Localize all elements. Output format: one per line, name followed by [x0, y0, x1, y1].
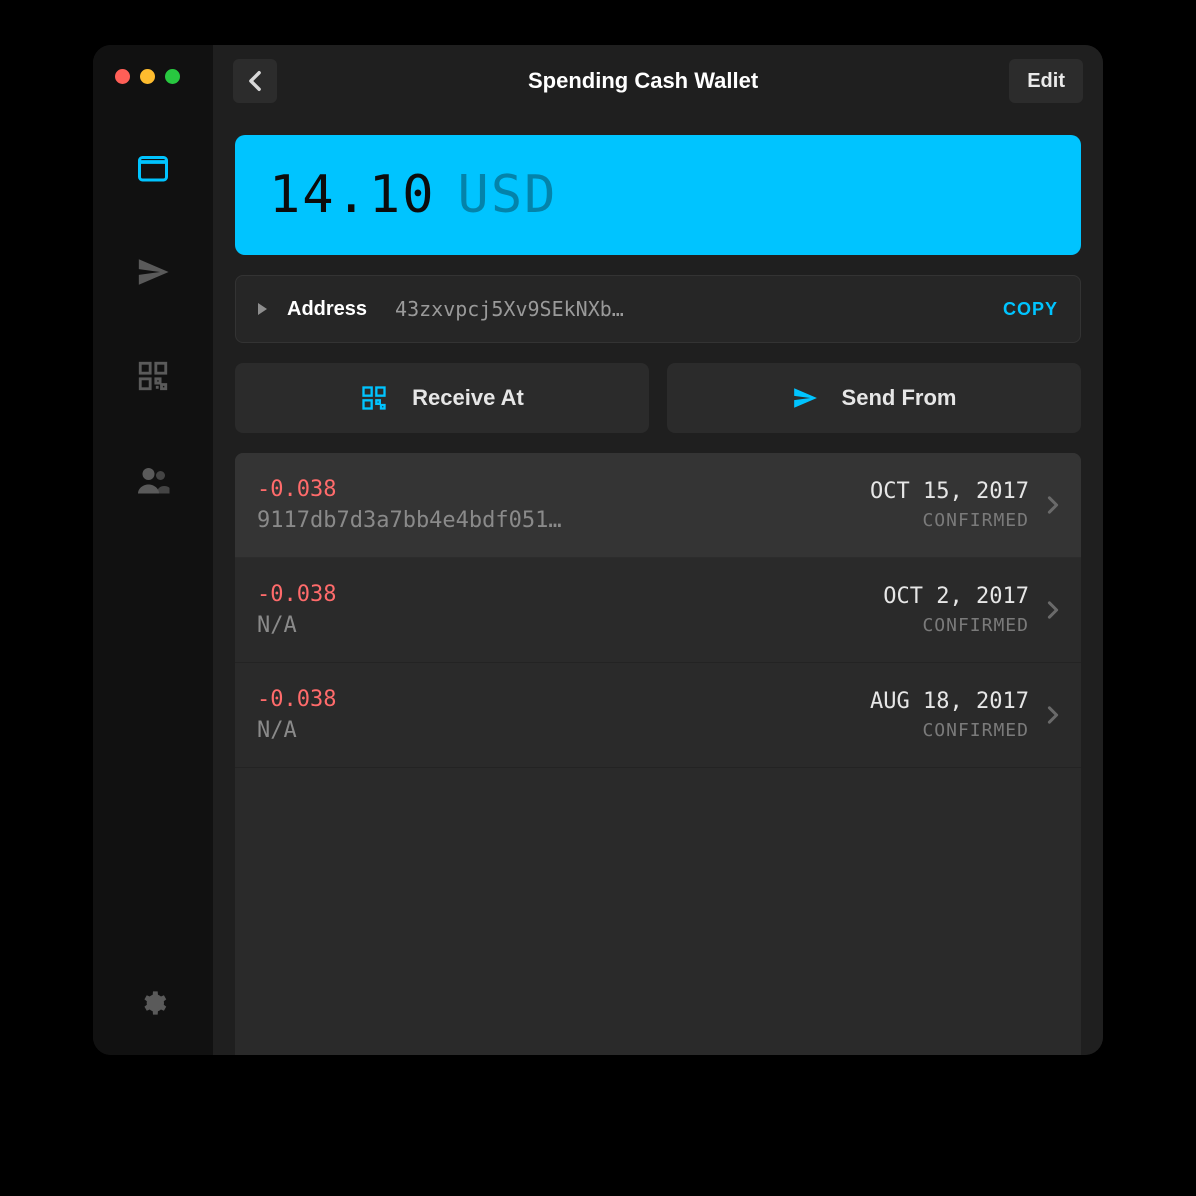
main-panel: Spending Cash Wallet Edit 14.10 USD Addr… — [213, 45, 1103, 1055]
sidebar-item-receive[interactable] — [129, 352, 177, 400]
tx-amount: -0.038 — [257, 582, 865, 607]
tx-status: CONFIRMED — [883, 615, 1029, 636]
minimize-window-icon[interactable] — [140, 69, 155, 84]
address-value: 43zxvpcj5Xv9SEkNXb… — [395, 297, 679, 321]
address-label: Address — [287, 298, 367, 321]
transaction-list: -0.038 9117db7d3a7bb4e4bdf051… OCT 15, 2… — [235, 453, 1081, 1055]
tx-date: OCT 2, 2017 — [883, 584, 1029, 609]
action-row: Receive At Send From — [235, 363, 1081, 433]
sidebar-nav — [129, 144, 177, 979]
receive-button[interactable]: Receive At — [235, 363, 649, 433]
sidebar-item-contacts[interactable] — [129, 456, 177, 504]
receive-label: Receive At — [412, 385, 524, 411]
sidebar-item-send[interactable] — [129, 248, 177, 296]
tx-hash: N/A — [257, 613, 637, 638]
gear-icon — [139, 989, 167, 1017]
content: 14.10 USD Address 43zxvpcj5Xv9SEkNXb… CO… — [213, 117, 1103, 1055]
maximize-window-icon[interactable] — [165, 69, 180, 84]
tx-status: CONFIRMED — [870, 720, 1029, 741]
sidebar-item-wallet[interactable] — [129, 144, 177, 192]
tx-amount: -0.038 — [257, 477, 852, 502]
topbar: Spending Cash Wallet Edit — [213, 45, 1103, 117]
balance-currency: USD — [458, 165, 558, 225]
sidebar — [93, 45, 213, 1055]
tx-date: OCT 15, 2017 — [870, 479, 1029, 504]
qr-icon — [136, 359, 170, 393]
app-window: Spending Cash Wallet Edit 14.10 USD Addr… — [93, 45, 1103, 1055]
balance-card: 14.10 USD — [235, 135, 1081, 255]
expand-icon — [258, 303, 267, 315]
send-button[interactable]: Send From — [667, 363, 1081, 433]
tx-hash: 9117db7d3a7bb4e4bdf051… — [257, 508, 637, 533]
qr-icon — [360, 384, 388, 412]
sidebar-item-settings[interactable] — [129, 979, 177, 1027]
tx-hash: N/A — [257, 718, 637, 743]
send-label: Send From — [842, 385, 957, 411]
address-row[interactable]: Address 43zxvpcj5Xv9SEkNXb… COPY — [235, 275, 1081, 343]
send-icon — [136, 255, 170, 289]
window-controls — [93, 69, 180, 84]
chevron-right-icon — [1047, 705, 1059, 725]
tx-date: AUG 18, 2017 — [870, 689, 1029, 714]
contacts-icon — [135, 462, 171, 498]
transaction-row[interactable]: -0.038 N/A AUG 18, 2017 CONFIRMED — [235, 663, 1081, 768]
copy-button[interactable]: COPY — [1003, 299, 1058, 320]
edit-button[interactable]: Edit — [1009, 59, 1083, 103]
tx-status: CONFIRMED — [870, 510, 1029, 531]
close-window-icon[interactable] — [115, 69, 130, 84]
tx-amount: -0.038 — [257, 687, 852, 712]
page-title: Spending Cash Wallet — [293, 68, 993, 94]
wallet-icon — [135, 150, 171, 186]
chevron-left-icon — [248, 70, 262, 92]
chevron-right-icon — [1047, 600, 1059, 620]
back-button[interactable] — [233, 59, 277, 103]
chevron-right-icon — [1047, 495, 1059, 515]
transaction-row[interactable]: -0.038 N/A OCT 2, 2017 CONFIRMED — [235, 558, 1081, 663]
balance-amount: 14.10 — [269, 165, 436, 225]
transaction-row[interactable]: -0.038 9117db7d3a7bb4e4bdf051… OCT 15, 2… — [235, 453, 1081, 558]
send-icon — [792, 385, 818, 411]
